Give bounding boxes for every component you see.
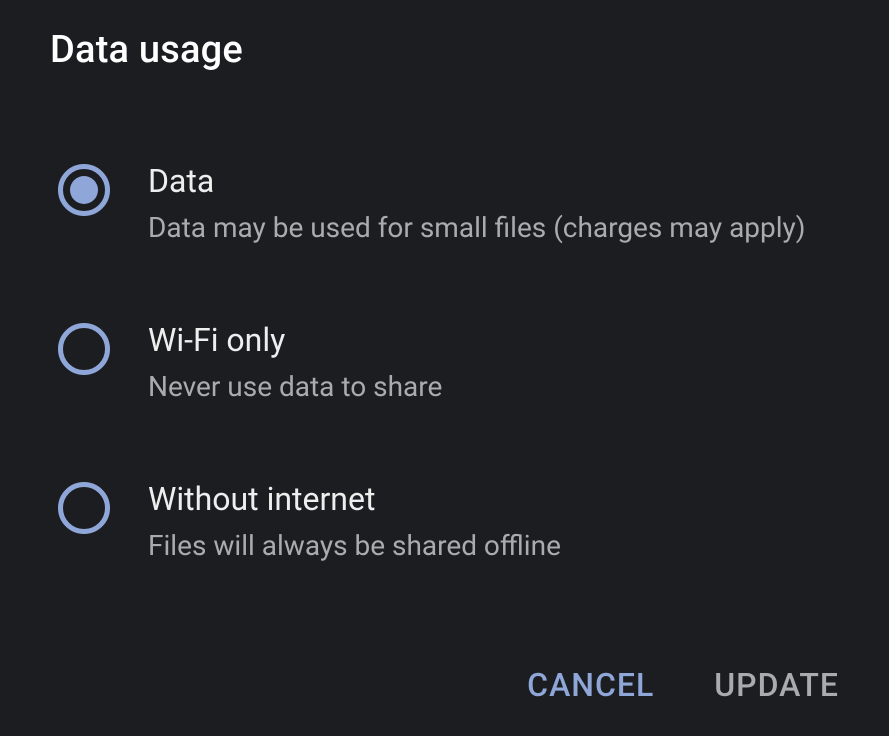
radio-icon: [58, 482, 110, 534]
option-description: Files will always be shared offline: [148, 528, 561, 563]
radio-icon: [58, 164, 110, 216]
option-wifi-only[interactable]: Wi-Fi only Never use data to share: [50, 321, 839, 404]
option-title: Wi-Fi only: [148, 321, 442, 359]
update-button[interactable]: UPDATE: [714, 662, 839, 708]
data-usage-dialog: Data usage Data Data may be used for sma…: [0, 0, 889, 563]
option-text: Wi-Fi only Never use data to share: [148, 321, 442, 404]
option-description: Never use data to share: [148, 369, 442, 404]
option-title: Without internet: [148, 480, 561, 518]
dialog-title: Data usage: [50, 28, 839, 72]
dialog-actions: CANCEL UPDATE: [527, 662, 839, 708]
option-title: Data: [148, 162, 806, 200]
option-data[interactable]: Data Data may be used for small files (c…: [50, 162, 839, 245]
radio-icon: [58, 323, 110, 375]
option-text: Data Data may be used for small files (c…: [148, 162, 806, 245]
option-without-internet[interactable]: Without internet Files will always be sh…: [50, 480, 839, 563]
radio-group: Data Data may be used for small files (c…: [50, 162, 839, 563]
option-text: Without internet Files will always be sh…: [148, 480, 561, 563]
option-description: Data may be used for small files (charge…: [148, 210, 806, 245]
cancel-button[interactable]: CANCEL: [527, 662, 654, 708]
